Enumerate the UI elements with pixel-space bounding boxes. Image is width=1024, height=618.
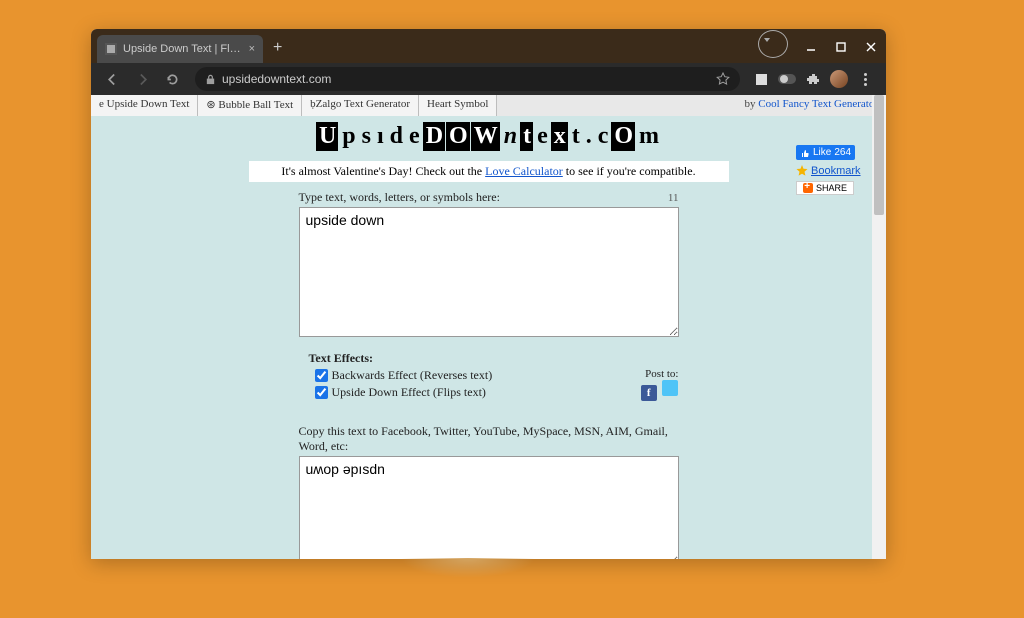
tab-close-button[interactable]: ×	[249, 43, 255, 55]
back-button[interactable]	[99, 66, 125, 92]
attribution-link[interactable]: Cool Fancy Text Generator	[758, 98, 878, 110]
nav-upside-down[interactable]: e Upside Down Text	[91, 95, 198, 116]
url-field[interactable]: upsidedowntext.com	[195, 67, 740, 91]
effects-heading: Text Effects:	[309, 351, 374, 365]
nav-link-bar: e Upside Down Text ⊛ Bubble Ball Text ḅZ…	[91, 95, 886, 116]
upside-checkbox[interactable]	[315, 386, 328, 399]
bookmark-star-icon[interactable]	[716, 72, 730, 86]
promo-banner: It's almost Valentine's Day! Check out t…	[249, 161, 729, 182]
upside-label: Upside Down Effect (Flips text)	[332, 385, 486, 400]
main-menu-button[interactable]	[856, 70, 874, 88]
extension-icon[interactable]	[752, 70, 770, 88]
forward-button[interactable]	[129, 66, 155, 92]
backwards-label: Backwards Effect (Reverses text)	[332, 368, 493, 383]
star-icon	[796, 165, 808, 177]
input-textarea[interactable]: upside down	[299, 207, 679, 337]
minimize-button[interactable]	[796, 33, 826, 61]
input-label: Type text, words, letters, or symbols he…	[299, 190, 679, 205]
love-calculator-link[interactable]: Love Calculator	[485, 164, 563, 178]
post-to: Post to: f	[640, 368, 679, 401]
reload-button[interactable]	[159, 66, 185, 92]
site-logo: UpsıdeDOWntext.cOm	[91, 116, 886, 161]
output-label: Copy this text to Facebook, Twitter, You…	[299, 424, 679, 454]
share-button[interactable]: SHARE	[796, 181, 854, 195]
scrollbar[interactable]	[872, 95, 886, 559]
output-textarea[interactable]: uʍop ǝpısdn	[299, 456, 679, 559]
nav-zalgo[interactable]: ḅZalgo Text Generator	[302, 95, 419, 116]
share-icon	[803, 183, 813, 193]
tab-title: Upside Down Text | Flip Text, Type...	[123, 43, 243, 55]
nav-heart[interactable]: Heart Symbol	[419, 95, 497, 116]
dock-shadow	[368, 558, 568, 618]
new-tab-button[interactable]: +	[273, 39, 282, 57]
tab-search-button[interactable]	[758, 30, 788, 58]
nav-attribution: by Cool Fancy Text Generator	[737, 95, 886, 116]
nav-bubble-ball[interactable]: ⊛ Bubble Ball Text	[198, 95, 302, 116]
post-facebook[interactable]: f	[641, 385, 657, 401]
char-count: 11	[668, 192, 679, 204]
extensions-icon[interactable]	[804, 70, 822, 88]
bookmark-link[interactable]: Bookmark	[796, 165, 866, 177]
profile-avatar[interactable]	[830, 70, 848, 88]
lock-icon	[205, 74, 216, 85]
window-titlebar: Upside Down Text | Flip Text, Type... × …	[91, 29, 886, 63]
url-text: upsidedowntext.com	[222, 72, 331, 86]
backwards-checkbox[interactable]	[315, 369, 328, 382]
post-twitter[interactable]	[662, 380, 678, 396]
maximize-button[interactable]	[826, 33, 856, 61]
page-icon	[105, 43, 117, 55]
browser-tab[interactable]: Upside Down Text | Flip Text, Type... ×	[97, 35, 263, 63]
fb-like-button[interactable]: Like 264	[796, 145, 855, 160]
address-bar: upsidedowntext.com	[91, 63, 886, 95]
scrollbar-thumb[interactable]	[874, 95, 884, 215]
extension-toggle-icon[interactable]	[778, 70, 796, 88]
thumbs-up-icon	[800, 148, 810, 158]
close-button[interactable]	[856, 33, 886, 61]
